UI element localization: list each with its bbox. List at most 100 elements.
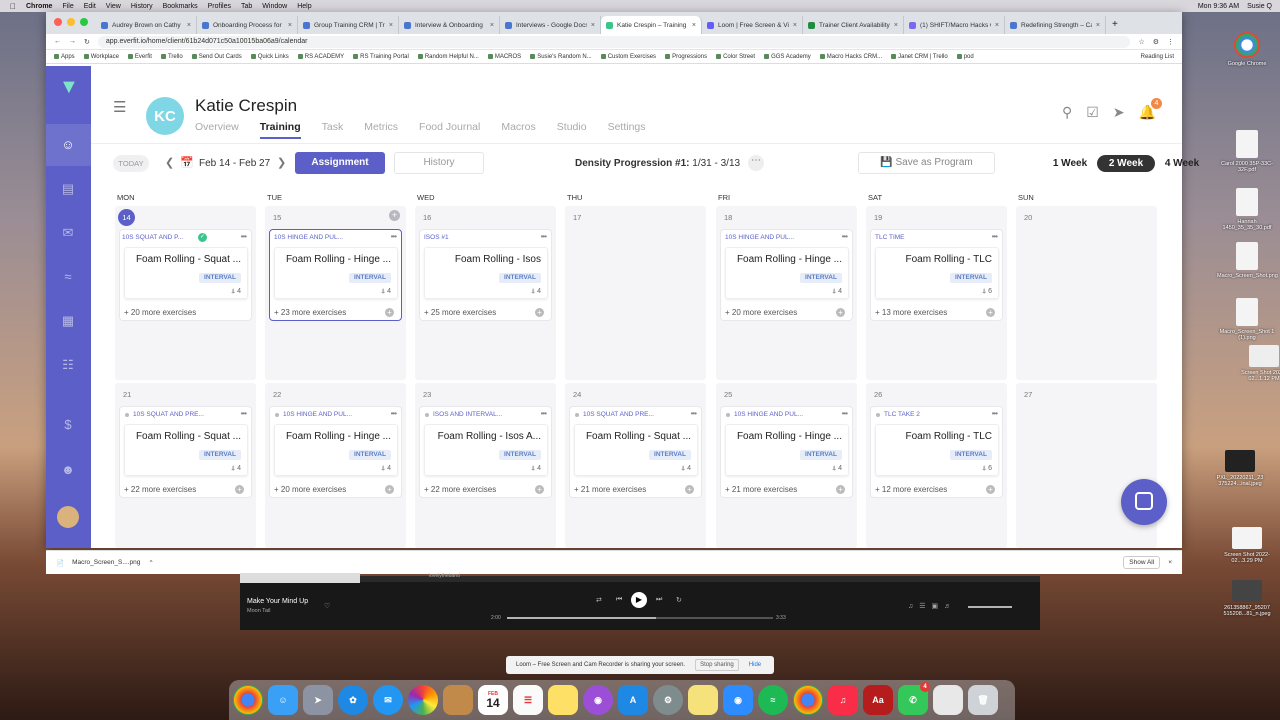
bookmark-item[interactable]: Progressions — [665, 54, 707, 60]
day-cell[interactable]: 25 10S HINGE AND PUL... ••• Foam Rolling… — [716, 383, 857, 548]
dictionary-dock-icon[interactable]: Aa — [863, 685, 893, 715]
one-week-toggle[interactable]: 1 Week — [1047, 155, 1093, 172]
bookmark-item[interactable]: Apps — [54, 54, 75, 60]
tab-settings[interactable]: Settings — [608, 121, 646, 139]
close-downloads-icon[interactable]: × — [1168, 559, 1172, 566]
bookmark-item[interactable]: Color Street — [716, 54, 755, 60]
inbox-icon[interactable]: ✉ — [59, 224, 77, 242]
browser-tab-active[interactable]: Katie Crespin – Training × — [601, 16, 702, 34]
safari-dock-icon[interactable]: ✿ — [338, 685, 368, 715]
bookmark-item[interactable]: Send Out Cards — [191, 54, 242, 60]
day-cell[interactable]: 24 10S SQUAT AND PRE... ••• Foam Rolling… — [565, 383, 706, 548]
day-cell[interactable]: 18 10S HINGE AND PUL... ••• Foam Rolling… — [716, 206, 857, 380]
facetime-dock-icon[interactable]: ✆ 4 — [898, 682, 930, 715]
today-button[interactable]: TODAY — [113, 155, 149, 172]
desktop-icon[interactable]: Macro_Screen_Shot.png — [1217, 242, 1278, 279]
menubar-clock[interactable]: Mon 9:36 AM — [1198, 3, 1239, 10]
everfit-logo-icon[interactable]: ▼ — [59, 77, 79, 97]
payments-icon[interactable]: $ — [59, 416, 77, 434]
exercise-item[interactable]: Foam Rolling - Isos INTERVAL ⍋ 4 — [424, 247, 548, 299]
workout-card[interactable]: 10S SQUAT AND PRE... ••• Foam Rolling - … — [119, 406, 252, 498]
workout-more-icon[interactable]: ••• — [541, 409, 547, 418]
more-exercises-link[interactable]: + 22 more exercises — [424, 485, 496, 494]
desktop-icon[interactable]: Screen Shot 2022-02...3.29 PM — [1217, 527, 1277, 564]
menu-file[interactable]: File — [62, 3, 73, 10]
finder-dock-icon[interactable]: ☺ — [268, 685, 298, 715]
assignment-button[interactable]: Assignment — [295, 152, 385, 174]
programs-icon[interactable]: ▦ — [59, 312, 77, 330]
day-cell[interactable]: 14 10S SQUAT AND P... ✓ ••• Foam Rolling… — [115, 206, 256, 380]
menu-window[interactable]: Window — [262, 3, 287, 10]
more-exercises-link[interactable]: + 12 more exercises — [875, 485, 947, 494]
close-tab-icon[interactable]: × — [187, 22, 191, 29]
bookmark-item[interactable]: RS Training Portal — [353, 54, 409, 60]
workout-card[interactable]: 10S HINGE AND PUL... ••• Foam Rolling - … — [269, 229, 402, 321]
desktop-icon[interactable]: Macro_Screen_Shot 1 (1).png — [1217, 298, 1277, 341]
bookmark-item[interactable]: RS ACADEMY — [297, 54, 344, 60]
spotify-dock-icon[interactable]: ≈ — [758, 685, 788, 715]
add-workout-icon[interactable]: + — [389, 210, 400, 221]
exercises-icon[interactable]: ≈ — [59, 268, 77, 286]
bookmark-item[interactable]: Quick Links — [250, 54, 289, 60]
zoom-dock-icon[interactable]: ◉ — [723, 685, 753, 715]
bookmark-item[interactable]: Workplace — [83, 54, 119, 60]
menubar-user[interactable]: Susie Q — [1247, 3, 1272, 10]
add-exercise-icon[interactable]: + — [385, 485, 394, 494]
forward-arrow-icon[interactable]: → — [69, 38, 76, 45]
system-preferences-dock-icon[interactable]: ⚙ — [653, 685, 683, 715]
preview-dock-icon[interactable] — [933, 685, 963, 715]
photos-dock-icon[interactable] — [408, 685, 438, 715]
exercise-item[interactable]: Foam Rolling - Hinge ... INTERVAL ⍋ 4 — [274, 424, 398, 476]
workout-more-icon[interactable]: ••• — [842, 409, 848, 418]
exercise-item[interactable]: Foam Rolling - Hinge ... INTERVAL ⍋ 4 — [725, 424, 849, 476]
exercise-item[interactable]: Foam Rolling - Squat ... INTERVAL ⍋ 4 — [574, 424, 698, 476]
track-title[interactable]: Make Your Mind Up — [247, 598, 308, 605]
more-exercises-link[interactable]: + 25 more exercises — [424, 308, 496, 317]
tab-metrics[interactable]: Metrics — [364, 121, 398, 139]
menu-view[interactable]: View — [106, 3, 121, 10]
add-exercise-icon[interactable]: + — [685, 485, 694, 494]
program-more-icon[interactable]: ⋯ — [748, 155, 764, 171]
next-week-chevron-icon[interactable]: ❯ — [277, 156, 286, 169]
desktop-icon[interactable]: Screen Shot 2022-02...1.12 PM — [1234, 345, 1280, 382]
download-file[interactable]: Macro_Screen_S....png — [72, 559, 140, 566]
close-tab-icon[interactable]: × — [490, 22, 494, 29]
close-tab-icon[interactable]: × — [894, 22, 898, 29]
tab-macros[interactable]: Macros — [501, 121, 535, 139]
prev-week-chevron-icon[interactable]: ❮ — [165, 156, 174, 169]
reading-list-button[interactable]: Reading List — [1141, 54, 1174, 60]
clients-icon[interactable]: ☺ — [59, 136, 77, 154]
url-input[interactable]: app.everfit.io/home/client/61b24d071c50a… — [97, 35, 1131, 48]
podcasts-dock-icon[interactable]: ◉ — [583, 685, 613, 715]
volume-slider[interactable] — [968, 606, 1012, 608]
reload-icon[interactable]: ↻ — [84, 38, 90, 46]
add-exercise-icon[interactable]: + — [986, 485, 995, 494]
day-cell[interactable]: 22 10S HINGE AND PUL... ••• Foam Rolling… — [265, 383, 406, 548]
workout-more-icon[interactable]: ••• — [541, 232, 547, 241]
workout-more-icon[interactable]: ••• — [391, 232, 397, 241]
more-exercises-link[interactable]: + 20 more exercises — [274, 485, 346, 494]
close-tab-icon[interactable]: × — [1096, 22, 1100, 29]
exercise-item[interactable]: Foam Rolling - Hinge ... INTERVAL ⍋ 4 — [725, 247, 849, 299]
library-icon[interactable]: ▤ — [59, 180, 77, 198]
menu-tab[interactable]: Tab — [241, 3, 252, 10]
day-cell[interactable]: 19 TLC TIME ••• Foam Rolling - TLC INTERV… — [866, 206, 1007, 380]
bookmark-item[interactable]: MACROS — [487, 54, 521, 60]
workout-card[interactable]: 10S HINGE AND PUL... ••• Foam Rolling - … — [269, 406, 402, 498]
close-tab-icon[interactable]: × — [692, 22, 696, 29]
close-tab-icon[interactable]: × — [389, 22, 393, 29]
day-cell[interactable]: 15 + 10S HINGE AND PUL... ••• Foam Rolli… — [265, 206, 406, 380]
workout-card[interactable]: 10S HINGE AND PUL... ••• Foam Rolling - … — [720, 229, 853, 321]
workout-more-icon[interactable]: ••• — [992, 232, 998, 241]
add-exercise-icon[interactable]: + — [385, 308, 394, 317]
workout-more-icon[interactable]: ••• — [391, 409, 397, 418]
more-exercises-link[interactable]: + 13 more exercises — [875, 308, 947, 317]
notifications-bell-icon[interactable]: 🔔 4 — [1139, 98, 1162, 121]
apple-icon[interactable]:  — [10, 2, 16, 11]
add-exercise-icon[interactable]: + — [535, 308, 544, 317]
rocket-icon[interactable]: ➤ — [1113, 104, 1125, 121]
workout-more-icon[interactable]: ••• — [691, 409, 697, 418]
browser-tab[interactable]: Onboarding Process for × — [197, 16, 298, 34]
workout-card[interactable]: 10S HINGE AND PUL... ••• Foam Rolling - … — [720, 406, 853, 498]
heart-icon[interactable]: ♡ — [324, 602, 330, 610]
